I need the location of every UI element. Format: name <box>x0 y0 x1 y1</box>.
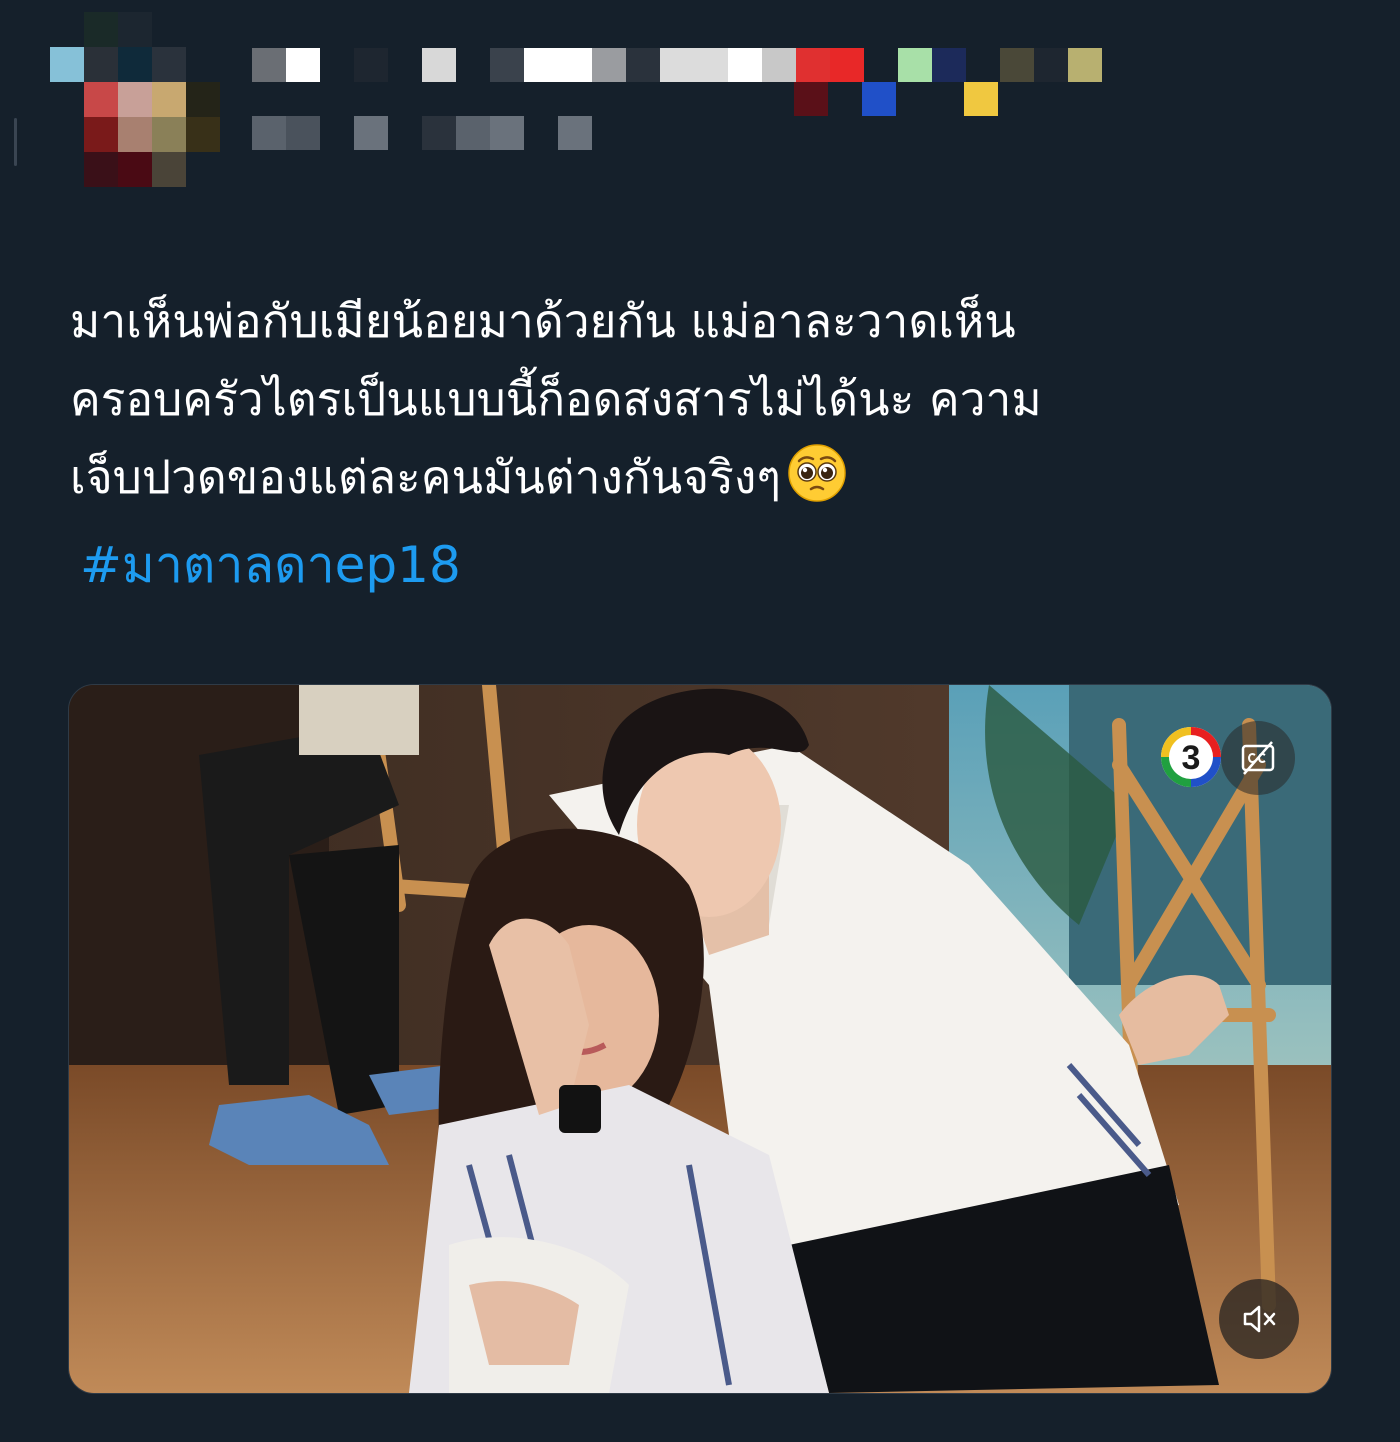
name-pixel <box>964 82 998 116</box>
name-pixel <box>794 82 828 116</box>
tweet-text-line: เจ็บปวดของแต่ละคนมันต่างกันจริงๆ <box>70 438 1330 516</box>
hashtag-link[interactable]: #มาตาลดาep18 <box>80 530 461 600</box>
channel-3-logo-icon: 3 <box>1161 727 1221 787</box>
pleading-face-emoji-icon <box>788 444 846 502</box>
channel-3-logo-text: 3 <box>1182 739 1201 777</box>
speaker-muted-icon <box>1243 1305 1276 1333</box>
video-frame <box>69 685 1331 1393</box>
display-name[interactable] <box>252 48 1102 82</box>
scroll-edge-indicator <box>14 118 17 166</box>
tweet-text: มาเห็นพ่อกับเมียน้อยมาด้วยกัน แม่อาละวาด… <box>70 282 1330 516</box>
closed-captions-off-icon <box>1241 741 1275 775</box>
avatar[interactable] <box>50 12 220 187</box>
tweet-text-line: ครอบครัวไตรเป็นแบบนี้ก็อดสงสารไม่ได้นะ ค… <box>70 372 1042 426</box>
video-player[interactable]: 3 <box>68 684 1332 1394</box>
closed-captions-button[interactable] <box>1221 721 1295 795</box>
tweet-text-line: มาเห็นพ่อกับเมียน้อยมาด้วยกัน แม่อาละวาด… <box>70 294 1016 348</box>
username-handle[interactable] <box>252 116 592 150</box>
tweet-text-line-content: เจ็บปวดของแต่ละคนมันต่างกันจริงๆ <box>70 450 782 504</box>
tweet-card: มาเห็นพ่อกับเมียน้อยมาด้วยกัน แม่อาละวาด… <box>0 0 1400 1442</box>
name-pixel <box>862 82 896 116</box>
mute-button[interactable] <box>1219 1279 1299 1359</box>
